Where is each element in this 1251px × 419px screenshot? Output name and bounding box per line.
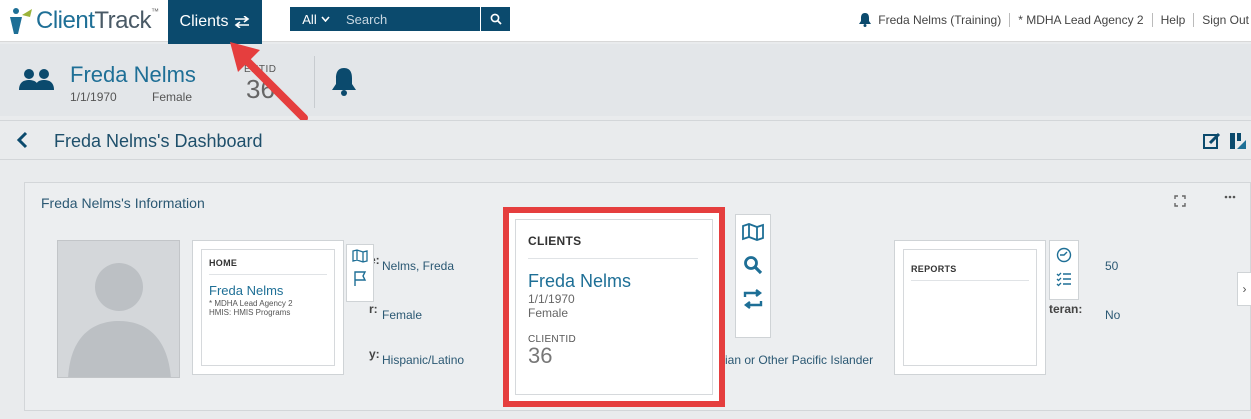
home-card: HOME Freda Nelms * MDHA Lead Agency 2 HM… [192, 240, 344, 375]
avatar-placeholder-icon [68, 263, 171, 377]
ethnicity-field-value: Hispanic/Latino [382, 353, 465, 367]
gender-field-label: r: [369, 302, 378, 316]
search-icon [490, 13, 502, 25]
dashboard-title: Freda Nelms's Dashboard [54, 131, 263, 151]
home-card-header: HOME [209, 258, 238, 268]
reports-card-actions [1049, 240, 1079, 300]
chevron-down-icon [321, 16, 330, 22]
annotation-arrow [230, 42, 308, 122]
switch-client-icon[interactable] [742, 289, 764, 309]
expand-icon[interactable] [1174, 195, 1186, 207]
clients-card-clientid-value: 36 [528, 343, 553, 368]
search-button[interactable] [480, 7, 510, 31]
age-field-value: 50 [1105, 259, 1119, 273]
flag-icon[interactable] [353, 271, 367, 287]
home-card-actions [346, 244, 374, 302]
header-divider [314, 56, 315, 108]
reports-card-header: REPORTS [911, 264, 957, 274]
name-field-value: Nelms, Freda [382, 259, 455, 273]
client-avatar [57, 240, 180, 378]
race-field-value: ian or Other Pacific Islander [725, 353, 874, 367]
client-dob: 1/1/1970 [70, 90, 117, 104]
client-name[interactable]: Freda Nelms [70, 62, 196, 88]
clienttrack-logo[interactable]: ClientTrack™ [8, 6, 159, 36]
people-icon [19, 69, 54, 90]
more-options-icon[interactable] [1224, 195, 1236, 199]
panel-scroll-tab[interactable]: › [1237, 272, 1251, 306]
search-scope-value: All [302, 11, 317, 27]
clients-card-gender: Female [528, 306, 569, 320]
reports-card: REPORTS [894, 240, 1046, 375]
home-card-agency: * MDHA Lead Agency 2 [209, 299, 293, 308]
logo-text-track: Track [94, 7, 151, 34]
search-bar: All [290, 7, 510, 31]
agency-link[interactable]: * MDHA Lead Agency 2 [1018, 13, 1143, 27]
clients-card-highlight: CLIENTS Freda Nelms 1/1/1970 Female CLIE… [503, 207, 725, 407]
client-header: Freda Nelms 1/1/1970 Female ENTID 36 [0, 44, 1251, 116]
map-icon[interactable] [352, 249, 368, 263]
checklist-icon[interactable] [1056, 271, 1072, 287]
clienttrack-logo-icon [10, 8, 32, 34]
swap-arrows-icon [235, 16, 250, 28]
search-icon[interactable] [743, 255, 763, 275]
home-card-program: HMIS: HMIS Programs [209, 308, 291, 317]
bell-icon[interactable] [858, 12, 872, 27]
home-card-client-link[interactable]: Freda Nelms [209, 283, 327, 298]
back-chevron-icon[interactable] [16, 131, 28, 149]
clients-card: CLIENTS Freda Nelms 1/1/1970 Female CLIE… [515, 219, 713, 395]
client-gender: Female [152, 90, 193, 104]
edit-icon[interactable] [1203, 132, 1221, 150]
help-link[interactable]: Help [1161, 13, 1186, 27]
veteran-field-value: No [1105, 308, 1121, 322]
map-icon[interactable] [742, 223, 764, 241]
user-name-link[interactable]: Freda Nelms (Training) [878, 13, 1001, 27]
clients-card-dob: 1/1/1970 [528, 292, 575, 306]
dashboard-bar: Freda Nelms's Dashboard [0, 120, 1251, 160]
gender-field-value: Female [382, 308, 423, 322]
logo-text-client: Client [36, 7, 95, 34]
clients-card-header: CLIENTS [528, 234, 582, 248]
clients-card-actions [735, 214, 771, 338]
clients-menu-label: Clients [179, 13, 229, 30]
sign-out-link[interactable]: Sign Out [1202, 13, 1249, 27]
alerts-bell-icon[interactable] [330, 66, 358, 96]
information-panel-title: Freda Nelms's Information [41, 195, 205, 211]
veteran-field-label: teran: [1049, 302, 1083, 316]
dashboard-gauge-icon[interactable] [1056, 247, 1072, 263]
top-navigation-bar: ClientTrack™ Clients All Freda Nelms (Tr… [0, 0, 1251, 44]
user-menu: Freda Nelms (Training) * MDHA Lead Agenc… [858, 12, 1251, 27]
search-scope-select[interactable]: All [290, 7, 342, 31]
ethnicity-field-label: y: [369, 347, 380, 361]
clients-card-client-link[interactable]: Freda Nelms [528, 271, 698, 292]
dashboard-tools [1203, 132, 1247, 150]
search-input[interactable] [342, 7, 480, 31]
layout-icon[interactable] [1229, 132, 1247, 150]
clients-card-clientid-label: CLIENTID [528, 334, 576, 345]
